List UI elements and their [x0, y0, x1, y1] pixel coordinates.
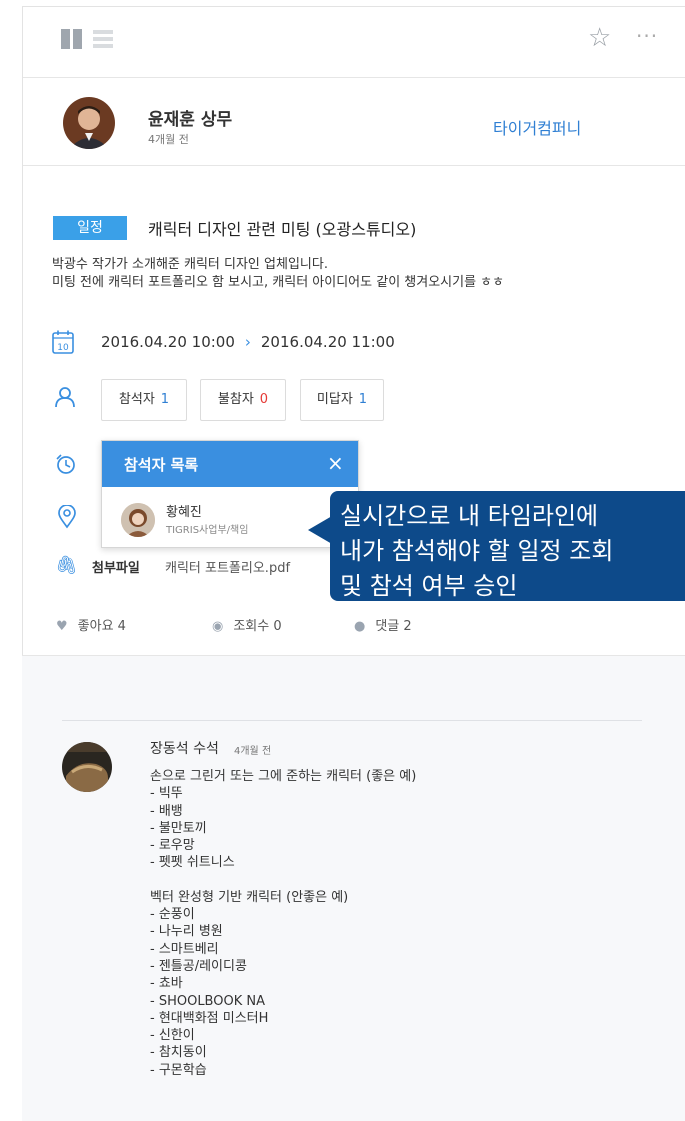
alarm-clock-icon — [56, 454, 75, 474]
star-outline-icon[interactable]: ☆ — [588, 25, 611, 51]
grid-view-icon[interactable] — [61, 29, 83, 49]
comment-section: 장동석 수석 4개월 전 손으로 그린거 또는 그에 준하는 캐릭터 (좋은 예… — [22, 655, 685, 1121]
arrow-right-icon: › — [244, 333, 251, 351]
toolbar: ☆ ··· — [23, 7, 685, 78]
close-icon[interactable]: × — [327, 451, 344, 475]
event-datetime: 2016.04.20 10:00 › 2016.04.20 11:00 — [101, 333, 395, 351]
callout-pointer — [308, 516, 332, 544]
no-response-button[interactable]: 미답자 1 — [300, 379, 384, 421]
attendee-department: TIGRIS사업부/책임 — [166, 525, 249, 536]
comment-count[interactable]: ● 댓글 2 — [354, 615, 412, 634]
comment-time: 4개월 전 — [234, 746, 272, 757]
like-button[interactable]: ♥ 좋아요 4 — [56, 615, 126, 634]
comment-text: 손으로 그린거 또는 그에 준하는 캐릭터 (좋은 예) - 빅뚜 - 배뱅 -… — [150, 769, 417, 1078]
speech-bubble-icon: ● — [354, 619, 366, 634]
author-name[interactable]: 윤재훈 상무 — [148, 105, 232, 130]
commenter-name[interactable]: 장동석 수석 — [150, 738, 219, 758]
eye-icon: ◉ — [212, 619, 224, 634]
schedule-badge: 일정 — [53, 216, 127, 240]
views-count: ◉ 조회수 0 — [212, 619, 282, 634]
svg-text:10: 10 — [57, 343, 69, 353]
event-title: 캐릭터 디자인 관련 미팅 (오광스튜디오) — [148, 220, 417, 239]
attachment-file-link[interactable]: 캐릭터 포트폴리오.pdf — [165, 557, 290, 576]
attendee-avatar[interactable] — [121, 503, 155, 537]
calendar-icon: 10 — [52, 330, 74, 354]
comment-avatar[interactable] — [62, 742, 112, 792]
person-icon — [55, 387, 75, 408]
company-link[interactable]: 타이거컴퍼니 — [493, 115, 581, 139]
paperclip-icon: 🖇 — [55, 555, 78, 576]
attendee-button[interactable]: 참석자 1 — [101, 379, 187, 421]
avatar[interactable] — [63, 97, 115, 149]
list-view-icon[interactable] — [93, 29, 113, 49]
popup-title: 참석자 목록 — [124, 456, 199, 474]
post-time: 4개월 전 — [148, 133, 189, 146]
location-pin-icon — [58, 505, 76, 529]
attendee-name[interactable]: 황혜진 — [166, 501, 202, 520]
divider — [62, 720, 642, 721]
event-description: 박광수 작가가 소개해준 캐릭터 디자인 업체입니다. 미팅 전에 캐릭터 포트… — [52, 257, 505, 290]
heart-icon: ♥ — [56, 619, 68, 634]
author-header: 윤재훈 상무 4개월 전 타이거컴퍼니 — [23, 77, 685, 166]
more-horizontal-icon[interactable]: ··· — [636, 24, 658, 48]
popup-header: 참석자 목록 × — [102, 441, 358, 487]
attachment-label: 첨부파일 — [92, 561, 140, 576]
feature-callout: 실시간으로 내 타임라인에 내가 참석해야 할 일정 조회 및 참석 여부 승인 — [330, 491, 685, 601]
absentee-button[interactable]: 불참자 0 — [200, 379, 286, 421]
end-datetime: 2016.04.20 11:00 — [260, 333, 395, 351]
start-datetime: 2016.04.20 10:00 — [101, 333, 235, 351]
